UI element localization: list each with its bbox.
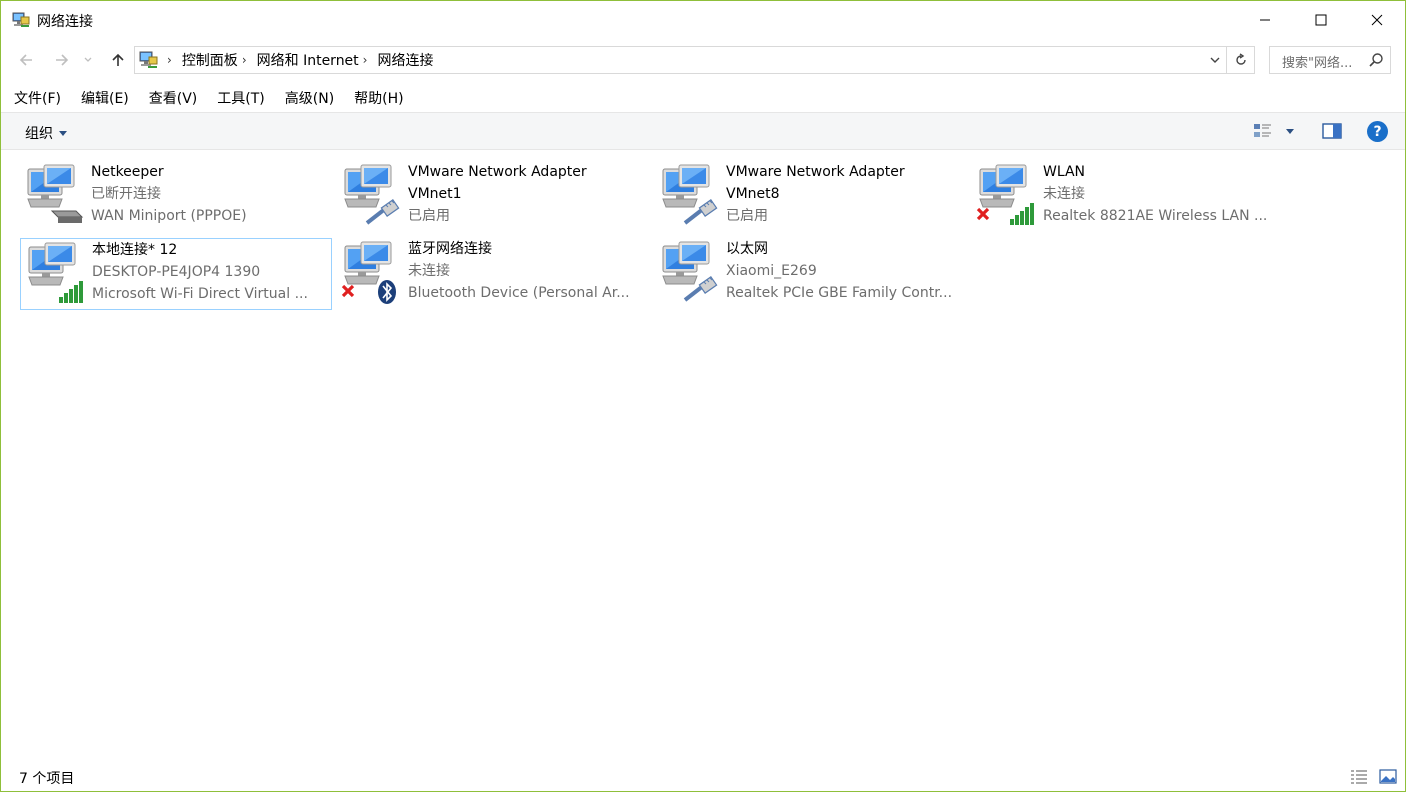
connection-name: VMware Network Adapter VMnet1 [408, 164, 587, 202]
menu-edit[interactable]: 编辑(E) [81, 88, 129, 108]
window: 网络连接 › 控制面板 › 网络和 Internet › 网络连接 搜索"网络.… [0, 0, 1406, 792]
connection-name: Netkeeper [91, 164, 164, 180]
item-count: 7 个项目 [19, 771, 75, 787]
control-panel-icon [139, 51, 158, 68]
wifi-connection-icon [976, 164, 1034, 225]
connection-name: VMware Network Adapter VMnet8 [726, 164, 905, 202]
ethernet-connection-icon [344, 164, 400, 225]
caret-down-icon [59, 130, 67, 136]
connection-name: 以太网 [726, 241, 768, 257]
connection-item[interactable]: WLAN 未连接 Realtek 8821AE Wireless LAN ... [972, 161, 1284, 233]
connection-item[interactable]: VMware Network Adapter VMnet8 已启用 [655, 161, 967, 233]
connections-list: Netkeeper 已断开连接 WAN Miniport (PPPOE) VMw… [1, 151, 1405, 751]
connection-item[interactable]: 本地连接* 12 DESKTOP-PE4JOP4 1390 Microsoft … [20, 238, 332, 310]
breadcrumb-separator-icon[interactable]: › [167, 53, 172, 67]
menu-help[interactable]: 帮助(H) [354, 88, 403, 108]
breadcrumb: › 控制面板 › 网络和 Internet › 网络连接 [167, 47, 435, 73]
breadcrumb-network-connections[interactable]: 网络连接 [377, 50, 433, 70]
breadcrumb-network-internet[interactable]: 网络和 Internet [257, 50, 359, 70]
menu-tools[interactable]: 工具(T) [217, 88, 264, 108]
command-bar: 组织 ? [1, 112, 1405, 150]
refresh-icon [1235, 53, 1246, 65]
refresh-button[interactable] [1227, 46, 1255, 74]
chevron-down-icon [84, 57, 92, 62]
connection-status: 未连接 [408, 263, 450, 279]
organize-button[interactable]: 组织 [25, 123, 67, 143]
connection-device: Microsoft Wi-Fi Direct Virtual ... [92, 286, 308, 302]
ethernet-connection-icon [662, 164, 718, 225]
arrow-up-icon [112, 53, 124, 66]
connection-device: Realtek PCIe GBE Family Contr... [726, 285, 953, 301]
connection-status: 已启用 [726, 208, 768, 224]
search-placeholder[interactable]: 搜索"网络... [1282, 52, 1352, 71]
menu-advanced[interactable]: 高级(N) [285, 88, 334, 108]
help-button[interactable]: ? [1367, 121, 1388, 142]
address-history-button[interactable] [1204, 47, 1226, 73]
connection-name: 本地连接* 12 [92, 242, 178, 258]
connection-status: 已断开连接 [91, 186, 161, 202]
recent-locations-button[interactable] [81, 49, 95, 71]
maximize-icon [1315, 14, 1326, 26]
search-icon[interactable] [1368, 52, 1384, 68]
window-title: 网络连接 [37, 14, 93, 30]
preview-pane-icon[interactable] [1322, 123, 1342, 139]
status-bar: 7 个项目 [1, 763, 1405, 791]
minimize-button[interactable] [1236, 1, 1293, 39]
large-icons-view-icon[interactable] [1379, 769, 1397, 784]
close-button[interactable] [1348, 1, 1405, 39]
connection-item[interactable]: 蓝牙网络连接 未连接 Bluetooth Device (Personal Ar… [337, 238, 649, 310]
connection-item[interactable]: Netkeeper 已断开连接 WAN Miniport (PPPOE) [20, 161, 332, 233]
menu-view[interactable]: 查看(V) [149, 88, 198, 108]
bluetooth-connection-icon [341, 241, 396, 304]
connection-name: WLAN [1043, 164, 1086, 180]
details-view-icon[interactable] [1350, 769, 1368, 784]
menu-file[interactable]: 文件(F) [14, 88, 61, 108]
connection-name: 蓝牙网络连接 [408, 241, 492, 257]
connection-device: Bluetooth Device (Personal Ar... [408, 285, 630, 301]
connection-device: WAN Miniport (PPPOE) [91, 208, 247, 224]
title-bar: 网络连接 [1, 1, 1405, 39]
arrow-right-icon [56, 54, 69, 66]
connection-status: DESKTOP-PE4JOP4 1390 [92, 264, 261, 280]
organize-label: 组织 [25, 126, 53, 142]
navigation-bar: › 控制面板 › 网络和 Internet › 网络连接 搜索"网络... [1, 39, 1405, 83]
close-icon [1371, 14, 1382, 26]
connection-item[interactable]: 以太网 Xiaomi_E269 Realtek PCIe GBE Family … [655, 238, 967, 310]
arrow-left-icon [19, 54, 32, 66]
view-options-caret-icon[interactable] [1286, 129, 1294, 134]
forward-button[interactable] [51, 49, 73, 71]
search-box[interactable]: 搜索"网络... [1269, 46, 1391, 74]
connection-status: Xiaomi_E269 [726, 263, 817, 279]
connection-status: 未连接 [1043, 186, 1085, 202]
wifi-connection-icon [28, 242, 83, 303]
change-view-icon[interactable] [1253, 122, 1273, 140]
chevron-down-icon [1210, 57, 1220, 63]
back-button[interactable] [15, 49, 37, 71]
menu-bar: 文件(F) 编辑(E) 查看(V) 工具(T) 高级(N) 帮助(H) [1, 84, 1405, 112]
minimize-icon [1259, 19, 1270, 21]
network-connections-icon [12, 12, 30, 27]
breadcrumb-separator-icon[interactable]: › [242, 53, 247, 67]
maximize-button[interactable] [1292, 1, 1349, 39]
modem-connection-icon [27, 164, 84, 223]
connection-status: 已启用 [408, 208, 450, 224]
up-button[interactable] [107, 49, 129, 71]
connection-device: Realtek 8821AE Wireless LAN ... [1043, 208, 1268, 224]
address-bar[interactable]: › 控制面板 › 网络和 Internet › 网络连接 [134, 46, 1227, 74]
breadcrumb-separator-icon[interactable]: › [363, 53, 368, 67]
connection-item[interactable]: VMware Network Adapter VMnet1 已启用 [337, 161, 649, 233]
ethernet-connection-icon [662, 241, 718, 302]
breadcrumb-control-panel[interactable]: 控制面板 [182, 50, 238, 70]
